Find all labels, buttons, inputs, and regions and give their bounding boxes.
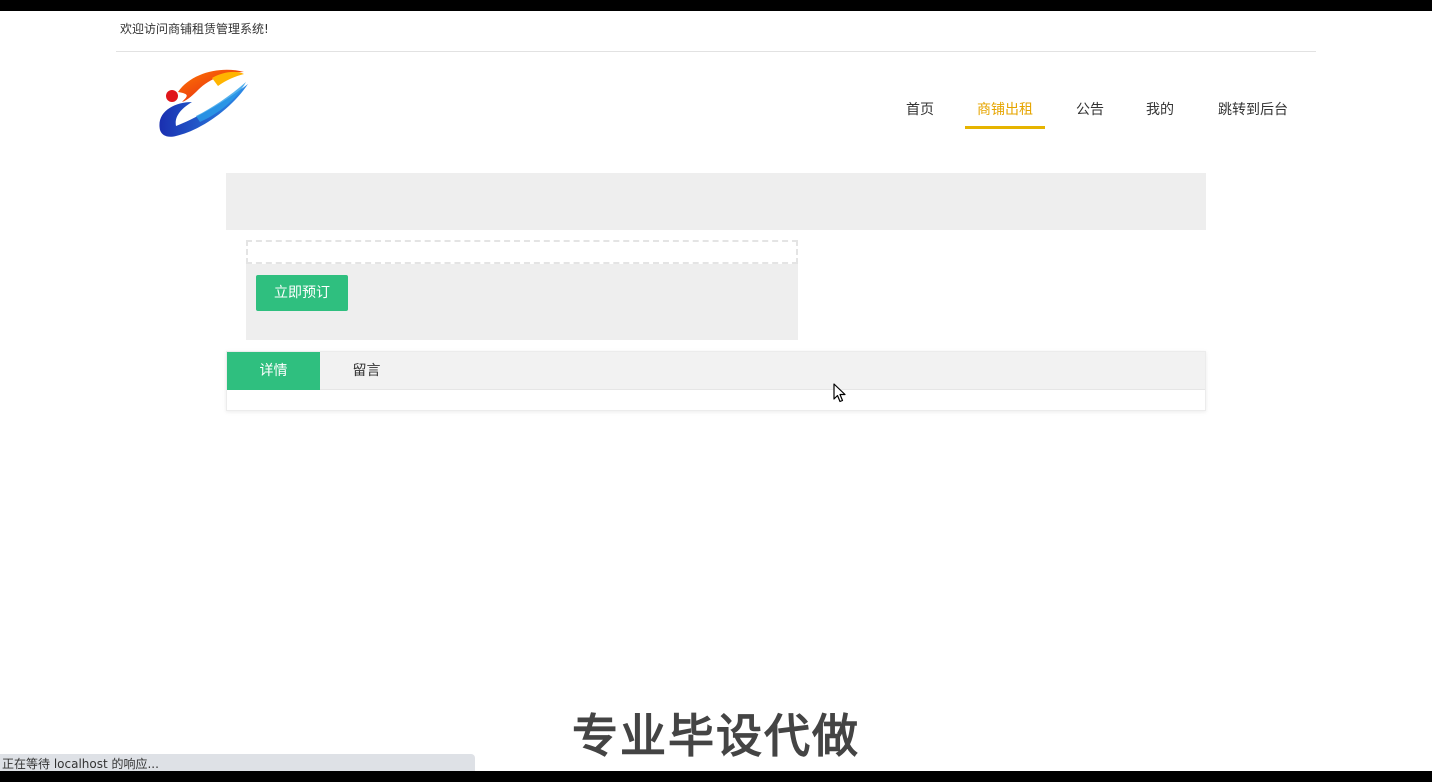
detail-title-banner (226, 173, 1206, 230)
nav-mine[interactable]: 我的 (1145, 90, 1175, 130)
nav-admin-backend[interactable]: 跳转到后台 (1215, 90, 1291, 130)
tab-messages[interactable]: 留言 (320, 352, 413, 390)
nav-home[interactable]: 首页 (905, 90, 935, 130)
nav-shop-rental[interactable]: 商铺出租 (965, 90, 1045, 130)
book-now-button[interactable]: 立即预订 (256, 275, 348, 311)
welcome-text: 欢迎访问商铺租赁管理系统! (120, 22, 269, 36)
tab-details[interactable]: 详情 (227, 352, 320, 390)
main-nav: 首页 商铺出租 公告 我的 跳转到后台 (0, 90, 1432, 130)
detail-tabs-card: 详情 留言 (226, 351, 1206, 411)
header-divider (116, 51, 1316, 52)
mouse-pointer-icon (833, 383, 847, 403)
shop-info-box: 立即预订 (246, 240, 798, 340)
tab-bar: 详情 留言 (227, 352, 1205, 390)
browser-status-bar: 正在等待 localhost 的响应... (0, 754, 475, 772)
nav-announcements[interactable]: 公告 (1075, 90, 1105, 130)
image-placeholder (246, 240, 798, 264)
video-frame-top (0, 0, 1432, 11)
video-frame-bottom (0, 771, 1432, 782)
